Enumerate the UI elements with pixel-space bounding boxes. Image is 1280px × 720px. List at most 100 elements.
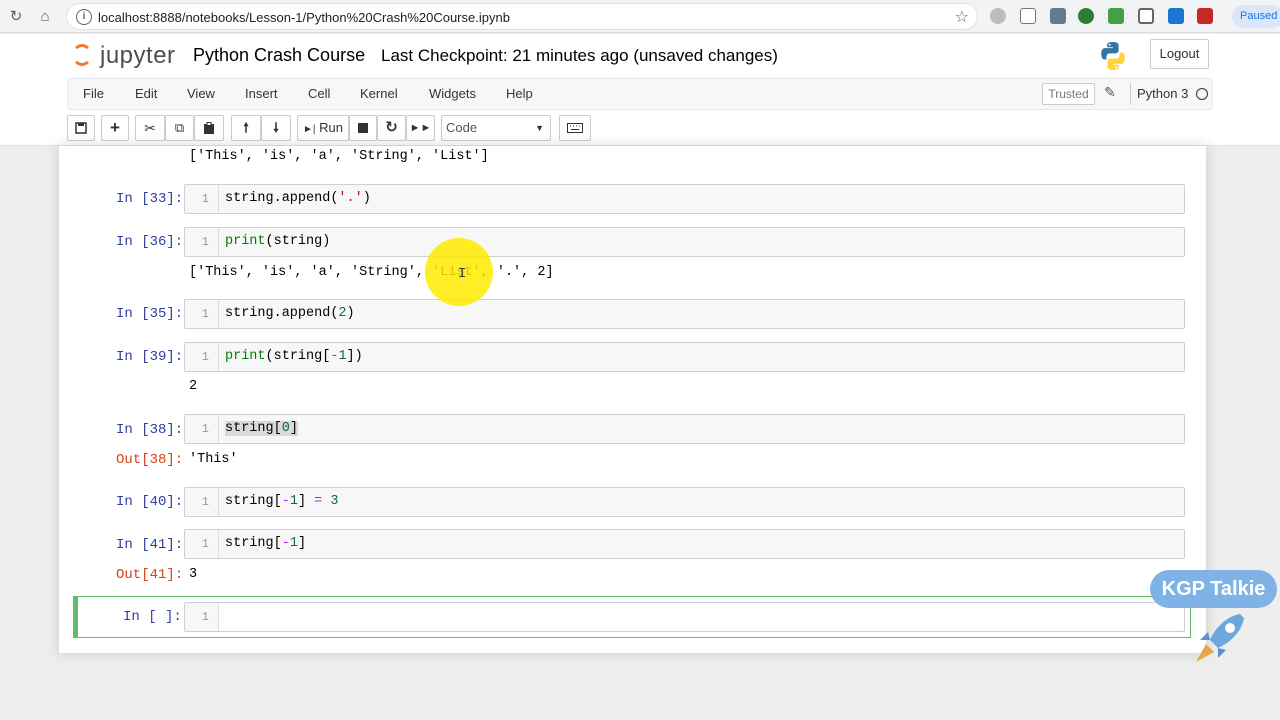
extension-dropbox-icon[interactable]: [1168, 8, 1184, 24]
restart-button[interactable]: ↻: [377, 115, 406, 141]
line-number: 1: [185, 530, 219, 558]
extension-document-icon[interactable]: [1020, 8, 1036, 24]
notebook-toolbar: + ✂ ⧉ 🠕 🠗 ►| Run ↻ ►► Code ▼: [67, 115, 607, 141]
watermark-text: KGP Talkie: [1150, 570, 1277, 608]
notebook-container[interactable]: ['This', 'is', 'a', 'String', 'List'] In…: [59, 146, 1206, 653]
move-up-button[interactable]: 🠕: [231, 115, 261, 141]
trusted-indicator[interactable]: Trusted: [1042, 83, 1095, 105]
code-number-token: 1: [289, 494, 298, 509]
cell-type-select[interactable]: Code ▼: [441, 115, 551, 141]
cell-output: 3: [189, 567, 198, 582]
paste-icon: [204, 122, 214, 134]
code-token: ]: [297, 536, 307, 551]
browser-toolbar: ↻ ⌂ i localhost:8888/notebooks/Lesson-1/…: [0, 0, 1280, 33]
output-prompt: Out[38]:: [116, 452, 184, 468]
bookmark-star-icon[interactable]: ☆: [955, 7, 969, 27]
profile-paused-button[interactable]: Paused: [1232, 5, 1280, 28]
copy-button[interactable]: ⧉: [165, 115, 194, 141]
code-cell-input[interactable]: 1 print(string): [184, 227, 1185, 257]
info-icon[interactable]: i: [76, 9, 92, 25]
jupyter-logo-icon: [72, 44, 92, 66]
menu-help[interactable]: Help: [506, 86, 533, 101]
code-number-token: 2: [338, 306, 347, 321]
code-cell-input[interactable]: 1 string[0]: [184, 414, 1185, 444]
input-prompt: In [38]:: [116, 422, 184, 438]
home-icon[interactable]: ⌂: [34, 6, 56, 28]
move-down-button[interactable]: 🠗: [261, 115, 291, 141]
menu-file[interactable]: File: [83, 86, 104, 101]
menu-edit[interactable]: Edit: [135, 86, 157, 101]
line-number: 1: [185, 185, 219, 213]
cell-output: ['This', 'is', 'a', 'String', 'List', '.…: [189, 265, 554, 280]
selected-code-cell[interactable]: In [ ]: 1: [73, 596, 1191, 638]
stop-icon: [358, 123, 368, 133]
input-prompt: In [ ]:: [123, 609, 182, 625]
code-token: ]: [297, 494, 315, 509]
chevron-down-icon: ▼: [535, 123, 544, 133]
code-number-token: 1: [338, 349, 347, 364]
code-token: ): [362, 191, 371, 206]
selected-text: string[0]: [225, 421, 298, 436]
notebook-name[interactable]: Python Crash Course: [193, 45, 365, 66]
code-number-token: 1: [289, 536, 298, 551]
jupyter-logo-text: jupyter: [100, 42, 176, 69]
menu-kernel[interactable]: Kernel: [360, 86, 398, 101]
code-cell-input[interactable]: 1 string[-1] = 3: [184, 487, 1185, 517]
paste-button[interactable]: [194, 115, 224, 141]
extension-eyedropper-icon[interactable]: [1050, 8, 1066, 24]
run-icon: ►|: [303, 124, 316, 135]
extension-download-icon[interactable]: [1108, 8, 1124, 24]
code-token: ]: [289, 421, 298, 436]
code-line: string[-1] = 3: [225, 488, 338, 516]
rocket-icon: [1196, 614, 1244, 662]
code-line: string[-1]: [225, 530, 306, 558]
code-cell-input[interactable]: 1 string.append(2): [184, 299, 1185, 329]
reload-icon[interactable]: ↻: [5, 6, 27, 28]
jupyter-logo[interactable]: jupyter: [70, 38, 190, 74]
save-button[interactable]: [67, 115, 95, 141]
logout-button[interactable]: Logout: [1150, 39, 1209, 69]
menu-view[interactable]: View: [187, 86, 215, 101]
kernel-separator: [1130, 83, 1131, 105]
code-cell-input[interactable]: 1 string[-1]: [184, 529, 1185, 559]
keyboard-icon: [567, 123, 583, 133]
code-token: string.append(: [225, 191, 339, 206]
input-prompt: In [33]:: [116, 191, 184, 207]
extension-pocket-icon[interactable]: [1138, 8, 1154, 24]
run-label: Run: [319, 120, 343, 135]
address-bar[interactable]: i localhost:8888/notebooks/Lesson-1/Pyth…: [66, 3, 978, 30]
menu-widgets[interactable]: Widgets: [429, 86, 476, 101]
save-icon: [75, 122, 87, 134]
command-palette-button[interactable]: [559, 115, 591, 141]
kgp-talkie-watermark: KGP Talkie: [1150, 570, 1277, 670]
extension-globe-icon[interactable]: [1078, 8, 1094, 24]
restart-run-all-button[interactable]: ►►: [406, 115, 435, 141]
insert-cell-button[interactable]: +: [101, 115, 129, 141]
interrupt-button[interactable]: [349, 115, 377, 141]
extension-cloud-icon[interactable]: [990, 8, 1006, 24]
cell-output: 2: [189, 379, 198, 394]
line-number: 1: [185, 343, 219, 371]
code-token: string[: [225, 536, 282, 551]
line-number: 1: [185, 415, 219, 443]
code-cell-input[interactable]: 1: [184, 602, 1185, 632]
code-token: string[: [225, 494, 282, 509]
code-cell-input[interactable]: 1 print(string[-1]): [184, 342, 1185, 372]
code-builtin-token: print: [225, 234, 266, 249]
code-cell-input[interactable]: 1 string.append('.'): [184, 184, 1185, 214]
menu-cell[interactable]: Cell: [308, 86, 330, 101]
extension-mendeley-icon[interactable]: [1197, 8, 1213, 24]
run-button[interactable]: ►| Run: [297, 115, 349, 141]
menu-insert[interactable]: Insert: [245, 86, 278, 101]
output-prompt: Out[41]:: [116, 567, 184, 583]
kernel-name[interactable]: Python 3: [1137, 86, 1188, 101]
cut-button[interactable]: ✂: [135, 115, 165, 141]
line-number: 1: [185, 300, 219, 328]
code-operator-token: -: [281, 494, 290, 509]
checkpoint-status: Last Checkpoint: 21 minutes ago (unsaved…: [381, 46, 778, 65]
cell-type-value: Code: [446, 120, 478, 135]
code-token: string[: [225, 421, 282, 436]
python-logo-icon: [1101, 42, 1125, 70]
menu-bar: File Edit View Insert Cell Kernel Widget…: [67, 78, 1213, 110]
input-prompt: In [36]:: [116, 234, 184, 250]
